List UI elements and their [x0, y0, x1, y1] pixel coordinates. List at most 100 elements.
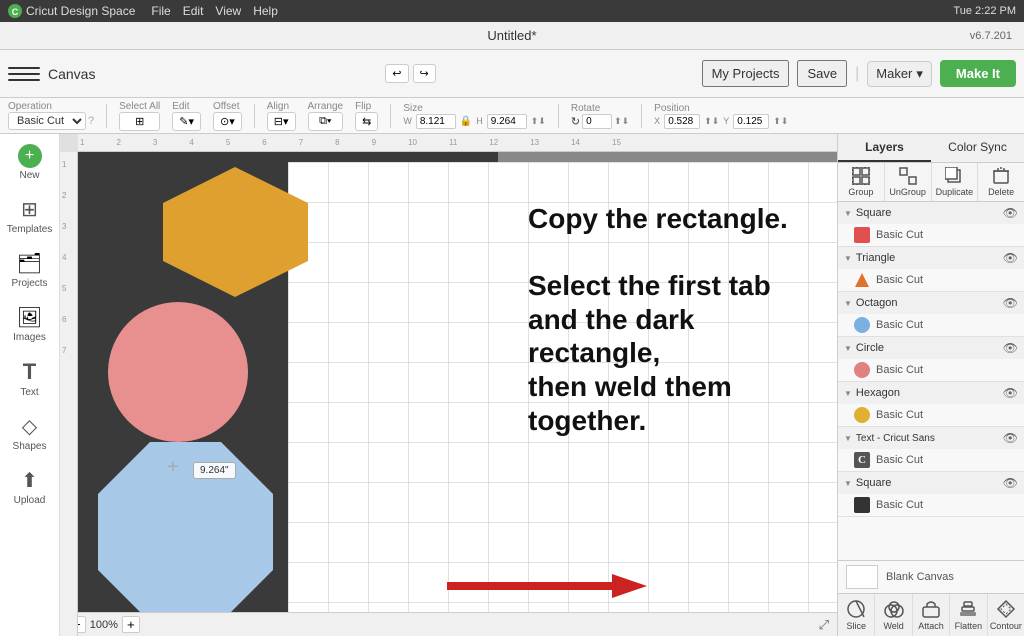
edit-button[interactable]: ✎▾: [172, 112, 201, 131]
layer-header-hexagon[interactable]: ▼ Hexagon 👁: [838, 382, 1024, 404]
slice-button[interactable]: Slice: [838, 594, 875, 636]
sidebar-item-upload[interactable]: ⬆ Upload: [3, 462, 57, 512]
delete-icon: [992, 167, 1010, 185]
height-input[interactable]: [487, 114, 527, 129]
toolbar-right: My Projects Save | Maker ▾ Make It: [702, 60, 1016, 87]
hexagon-yellow[interactable]: [163, 167, 308, 297]
layer-name-hexagon: Hexagon: [856, 387, 999, 399]
arrange-button[interactable]: ⧉▾: [308, 112, 344, 131]
eye-icon-circle[interactable]: 👁: [1003, 341, 1018, 355]
eye-icon-octagon[interactable]: 👁: [1003, 296, 1018, 310]
maker-button[interactable]: Maker ▾: [867, 61, 932, 87]
eye-icon-square-2[interactable]: 👁: [1003, 476, 1018, 490]
operation-help-icon[interactable]: ?: [88, 115, 94, 127]
offset-button[interactable]: ⊙▾: [213, 112, 242, 131]
zoom-controls[interactable]: − 100% +: [68, 616, 140, 633]
operation-select[interactable]: Basic Cut: [8, 112, 86, 130]
menu-file[interactable]: File: [151, 4, 170, 18]
sidebar-item-images[interactable]: 🖼 Images: [3, 299, 57, 349]
chevron-icon-square-2: ▼: [844, 479, 852, 488]
layer-item-square-1: Basic Cut: [838, 224, 1024, 246]
menu-help[interactable]: Help: [253, 4, 278, 18]
layer-item-triangle: Basic Cut: [838, 269, 1024, 291]
x-input[interactable]: [664, 114, 700, 129]
sidebar-item-text[interactable]: T Text: [3, 353, 57, 404]
eye-icon-text[interactable]: 👁: [1003, 431, 1018, 445]
layer-header-octagon[interactable]: ▼ Octagon 👁: [838, 292, 1024, 314]
canvas-area[interactable]: 1 2 3 4 5 6 7 8 9 10 11 12 13 14 15 1 2 …: [60, 134, 837, 636]
delete-button[interactable]: Delete: [978, 163, 1024, 201]
sidebar-item-templates[interactable]: ⊞ Templates: [3, 191, 57, 241]
eye-icon-hexagon[interactable]: 👁: [1003, 386, 1018, 400]
layer-basic-cut-square-1: Basic Cut: [876, 229, 923, 241]
align-button[interactable]: ⊟▾: [267, 112, 296, 131]
make-it-button[interactable]: Make It: [940, 60, 1016, 87]
text-icon: T: [23, 359, 36, 385]
eye-icon-square-1[interactable]: 👁: [1003, 206, 1018, 220]
swatch-square-2: [854, 497, 870, 513]
menu-items[interactable]: File Edit View Help: [151, 4, 278, 18]
sidebar-templates-label: Templates: [7, 224, 53, 235]
contour-icon: [996, 599, 1016, 619]
undo-redo-group[interactable]: ↩ ↪: [385, 64, 435, 83]
chevron-icon-hexagon: ▼: [844, 389, 852, 398]
eye-icon-triangle[interactable]: 👁: [1003, 251, 1018, 265]
flatten-button[interactable]: Flatten: [950, 594, 987, 636]
duplicate-button[interactable]: Duplicate: [932, 163, 979, 201]
menu-view[interactable]: View: [215, 4, 241, 18]
contour-button[interactable]: Contour: [988, 594, 1024, 636]
white-canvas[interactable]: Copy the rectangle. Select the first tab…: [288, 162, 837, 612]
left-sidebar: + New ⊞ Templates 🗂 Projects 🖼 Images T …: [0, 134, 60, 636]
y-input[interactable]: [733, 114, 769, 129]
layer-name-square-1: Square: [856, 207, 999, 219]
undo-button[interactable]: ↩: [385, 64, 408, 83]
attach-button[interactable]: Attach: [913, 594, 950, 636]
weld-button[interactable]: Weld: [875, 594, 912, 636]
operation-label: Operation: [8, 101, 94, 112]
canvas-label: Canvas: [48, 66, 95, 82]
canvas-content[interactable]: Copy the rectangle. Select the first tab…: [78, 152, 837, 612]
select-all-button[interactable]: ⊞: [119, 112, 160, 131]
layer-basic-cut-circle: Basic Cut: [876, 364, 923, 376]
duplicate-icon: [945, 167, 963, 185]
ruler-left: 1 2 3 4 5 6 7: [60, 152, 78, 636]
sidebar-item-shapes[interactable]: ◇ Shapes: [3, 408, 57, 458]
layer-header-text[interactable]: ▼ Text - Cricut Sans 👁: [838, 427, 1024, 449]
tab-color-sync[interactable]: Color Sync: [931, 134, 1024, 162]
my-projects-button[interactable]: My Projects: [702, 60, 790, 87]
ungroup-button[interactable]: UnGroup: [885, 163, 932, 201]
offset-label: Offset: [213, 101, 242, 112]
layer-header-square-1[interactable]: ▼ Square 👁: [838, 202, 1024, 224]
hamburger-menu[interactable]: [8, 67, 40, 81]
swatch-hexagon: [854, 407, 870, 423]
redo-button[interactable]: ↪: [413, 64, 436, 83]
separator-1: [106, 104, 107, 128]
ungroup-icon: [899, 167, 917, 185]
layer-header-circle[interactable]: ▼ Circle 👁: [838, 337, 1024, 359]
layer-header-triangle[interactable]: ▼ Triangle 👁: [838, 247, 1024, 269]
flip-button[interactable]: ⇆: [355, 112, 378, 131]
size-group: Size W 🔒 H ⬆⬇: [403, 103, 546, 129]
menu-edit[interactable]: Edit: [183, 4, 204, 18]
position-label: Position: [654, 103, 788, 114]
sidebar-item-new[interactable]: + New: [3, 138, 57, 187]
flip-group: Flip ⇆: [355, 101, 378, 131]
sidebar-item-projects[interactable]: 🗂 Projects: [3, 245, 57, 295]
layer-name-circle: Circle: [856, 342, 999, 354]
swatch-text: C: [854, 452, 870, 468]
scroll-indicator[interactable]: ⤢: [819, 617, 829, 633]
zoom-level: 100%: [90, 619, 118, 631]
circle-pink[interactable]: [108, 302, 248, 442]
zoom-in-button[interactable]: +: [122, 616, 140, 633]
save-button[interactable]: Save: [797, 60, 847, 87]
swatch-octagon: [854, 317, 870, 333]
group-button[interactable]: Group: [838, 163, 885, 201]
svg-text:C: C: [12, 7, 19, 17]
layer-group-octagon: ▼ Octagon 👁 Basic Cut: [838, 292, 1024, 337]
tab-layers[interactable]: Layers: [838, 134, 931, 162]
width-input[interactable]: [416, 114, 456, 129]
layer-header-square-2[interactable]: ▼ Square 👁: [838, 472, 1024, 494]
new-icon: +: [18, 144, 42, 168]
rotate-input[interactable]: [582, 114, 612, 129]
separator-2: [254, 104, 255, 128]
